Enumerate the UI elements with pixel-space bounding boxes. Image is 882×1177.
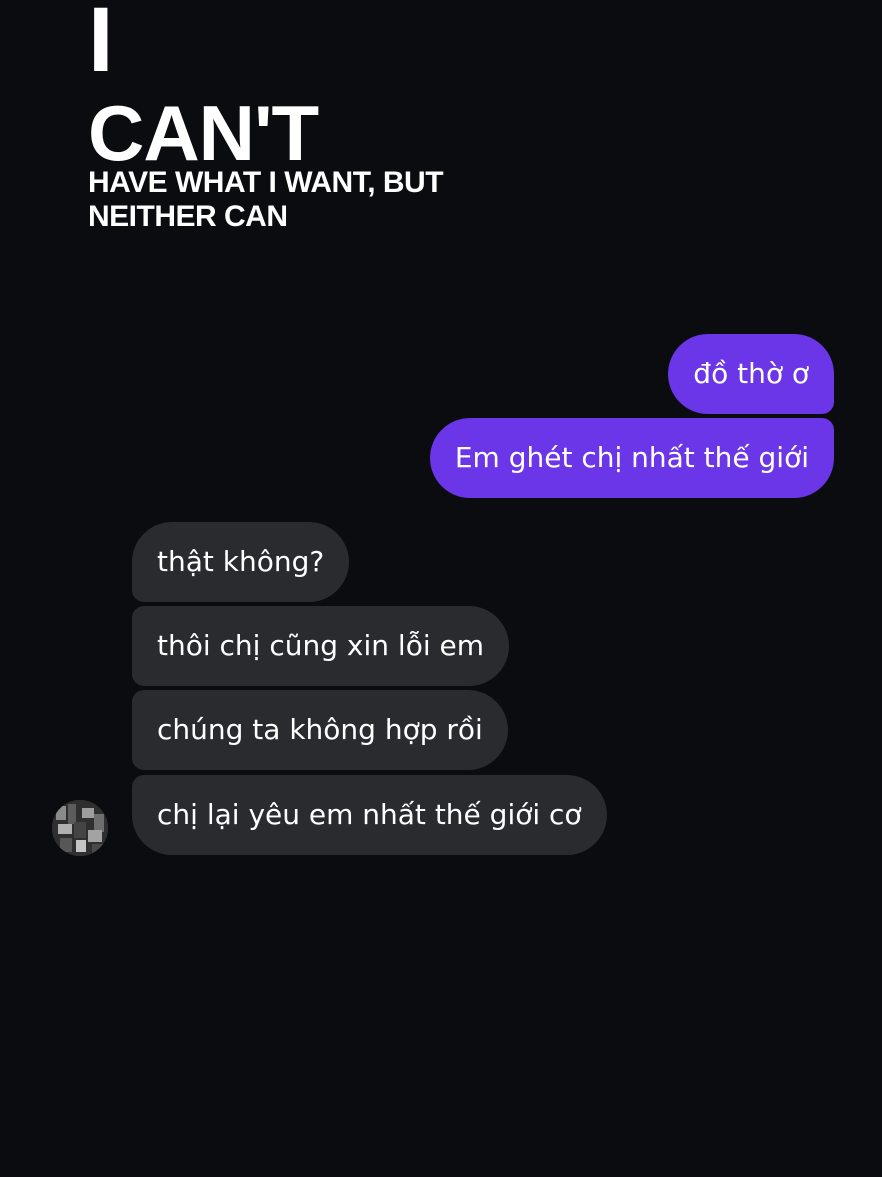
incoming-message[interactable]: thôi chị cũng xin lỗi em [132,606,510,686]
profile-photo-icon [52,800,108,856]
outgoing-message[interactable]: Em ghét chị nhất thế giới [429,418,834,498]
sender-avatar[interactable] [52,800,108,856]
chat-thread: đồ thờ ơ Em ghét chị nhất thế giới thật … [0,0,882,1177]
outgoing-message[interactable]: đồ thờ ơ [668,334,834,414]
incoming-message[interactable]: chị lại yêu em nhất thế giới cơ [132,775,607,855]
incoming-message[interactable]: chúng ta không hợp rồi [132,690,508,770]
incoming-message[interactable]: thật không? [132,522,350,602]
